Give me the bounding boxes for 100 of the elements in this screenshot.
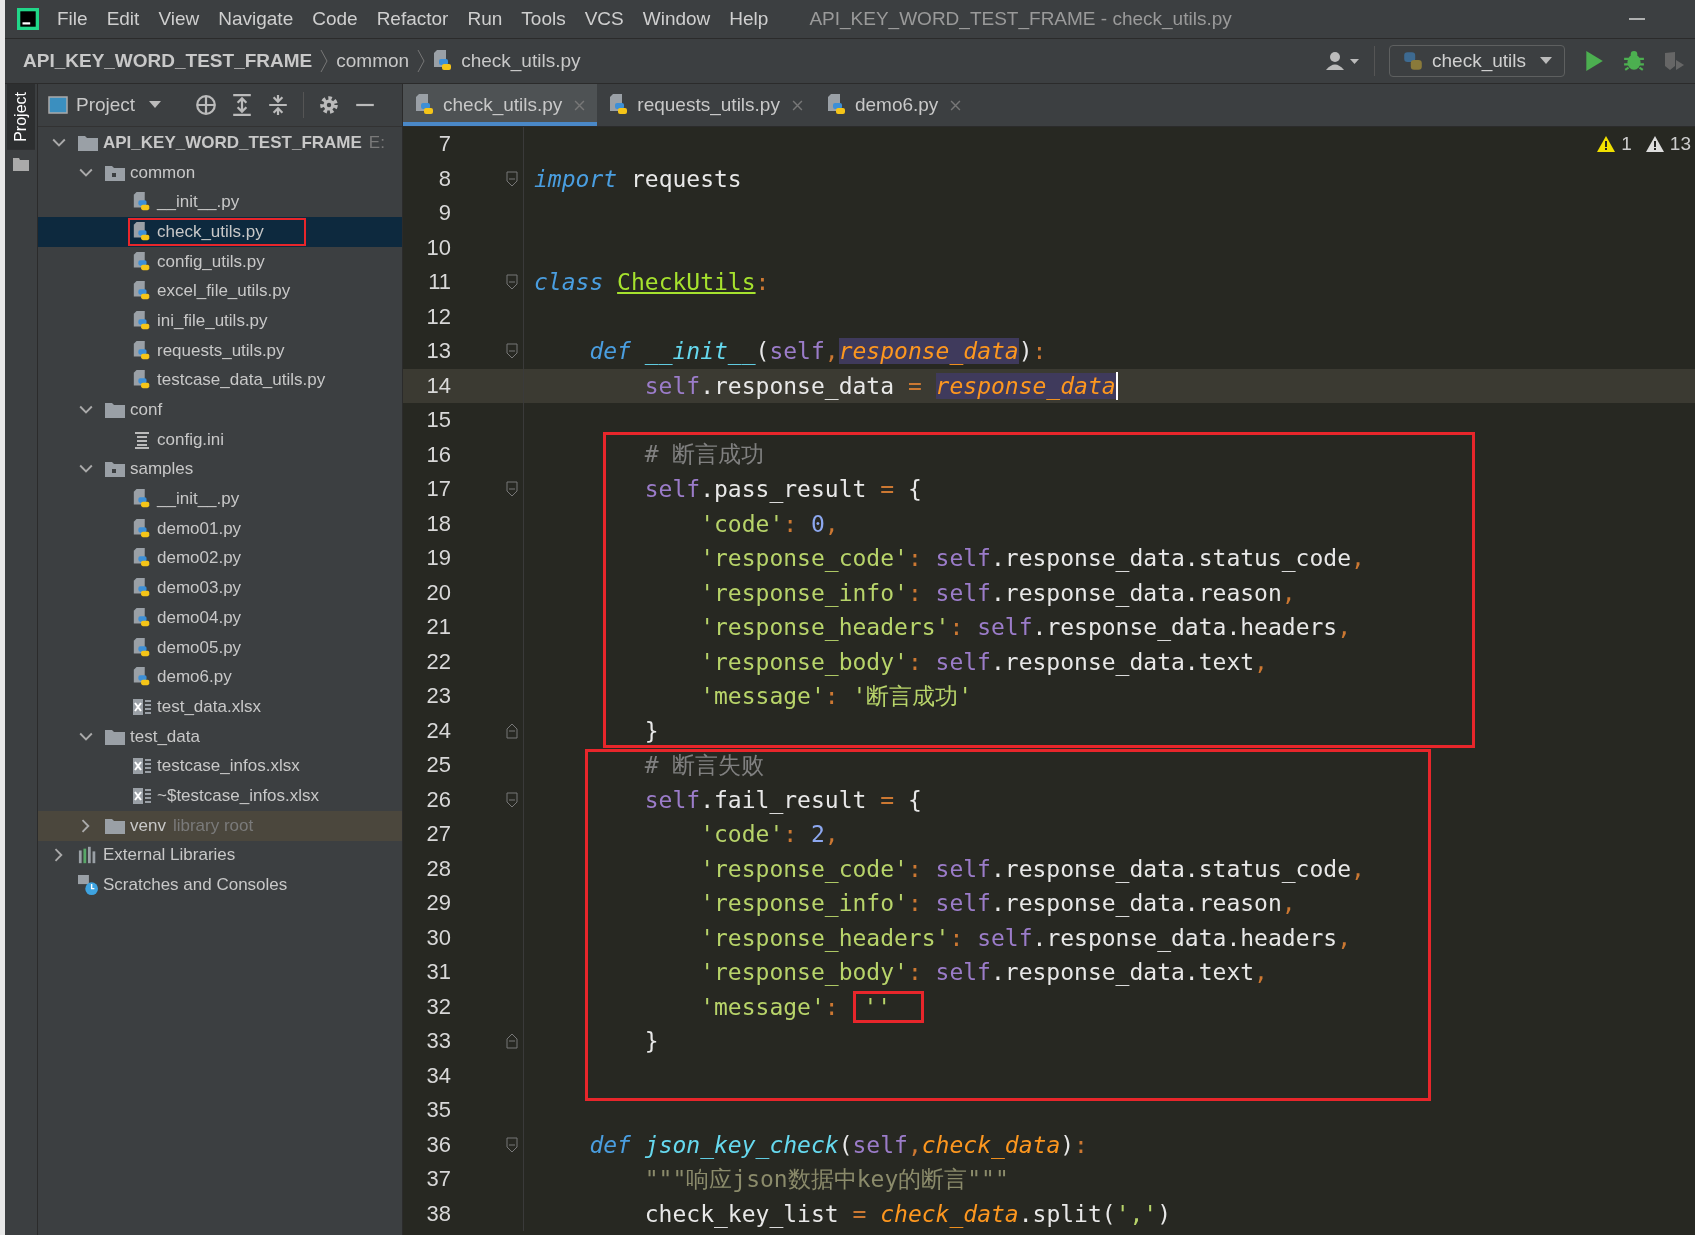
run-config-dropdown[interactable]: check_utils [1389, 45, 1565, 77]
line-number: 13 [425, 338, 451, 365]
tree-item[interactable]: test_data.xlsx [38, 692, 402, 722]
tree-item[interactable]: Scratches and Consoles [38, 870, 402, 900]
fold-marker-icon[interactable] [506, 1136, 518, 1153]
app-logo-icon [17, 8, 39, 30]
line-number: 16 [425, 441, 451, 468]
bug-icon[interactable] [1623, 50, 1645, 72]
code-text: requests [629, 165, 742, 192]
tree-item[interactable]: __init__.py [38, 484, 402, 514]
editor-tab[interactable]: requests_utils.py [597, 84, 815, 126]
project-view-dropdown[interactable]: Project [48, 94, 162, 116]
tree-item[interactable]: config_utils.py [38, 246, 402, 277]
fold-marker-icon[interactable] [506, 722, 518, 739]
breadcrumb[interactable]: check_utils.py [433, 50, 581, 72]
locate-icon[interactable] [195, 94, 218, 116]
tree-item[interactable]: requests_utils.py [38, 335, 402, 366]
line-number: 14 [425, 372, 451, 399]
collapse-all-icon[interactable] [267, 94, 290, 116]
menu-item[interactable]: Code [312, 8, 358, 30]
fold-marker-icon[interactable] [506, 1033, 518, 1050]
fold-marker-icon[interactable] [506, 170, 518, 187]
operator: = [880, 786, 895, 813]
tree-item[interactable]: ini_file_utils.py [38, 306, 402, 336]
tree-item[interactable]: testcase_data_utils.py [38, 365, 402, 396]
operator: : [907, 855, 922, 882]
line-number: 15 [425, 407, 451, 434]
menu-item[interactable]: VCS [584, 8, 624, 30]
parameter: response_data [935, 372, 1116, 399]
menu-item[interactable]: Navigate [218, 8, 294, 30]
tree-item[interactable]: venv library root [38, 810, 402, 841]
user-icon[interactable] [1326, 51, 1360, 71]
tree-item[interactable]: demo03.py [38, 573, 402, 603]
string-literal: 'response_info' [699, 579, 908, 606]
fold-marker-icon[interactable] [506, 274, 518, 291]
tree-item[interactable]: common [38, 157, 402, 188]
tree-item[interactable]: demo05.py [38, 632, 402, 663]
tree-item[interactable]: config.ini [38, 424, 402, 455]
fold-marker-icon[interactable] [506, 791, 518, 808]
tree-item[interactable]: demo04.py [38, 603, 402, 633]
warning-count[interactable]: 1 [1597, 133, 1632, 155]
minimize-icon[interactable] [1629, 17, 1645, 21]
string-literal: 'code' [699, 510, 784, 537]
menu-item[interactable]: Edit [106, 8, 140, 30]
close-icon[interactable] [791, 99, 803, 111]
tree-item[interactable]: ~$testcase_infos.xlsx [38, 781, 402, 811]
tree-item[interactable]: API_KEY_WORD_TEST_FRAME E: [38, 128, 402, 158]
settings-icon[interactable] [318, 94, 341, 116]
warning-count[interactable]: 13 [1645, 133, 1691, 155]
operator: , [1351, 855, 1365, 882]
spreadsheet-icon [132, 696, 152, 717]
code-text: .pass_result [700, 476, 868, 503]
tree-item[interactable]: samples [38, 454, 402, 485]
tree-item[interactable]: testcase_infos.xlsx [38, 751, 402, 782]
menu-item[interactable]: Window [642, 8, 711, 30]
code-text: ( [755, 338, 770, 365]
expand-all-icon[interactable] [231, 94, 254, 116]
menu-item[interactable]: View [158, 8, 200, 30]
self-keyword: self [934, 648, 991, 675]
line-number: 19 [425, 545, 451, 572]
string-literal: 'code' [699, 821, 784, 848]
python-file-icon [132, 667, 152, 688]
tree-item[interactable]: excel_file_utils.py [38, 276, 402, 307]
tree-item[interactable]: test_data [38, 721, 402, 752]
line-number: 11 [427, 269, 451, 296]
line-number: 37 [425, 1166, 451, 1193]
menu-item[interactable]: Tools [521, 8, 566, 30]
line-number: 35 [425, 1097, 451, 1124]
menu-item[interactable]: Run [467, 8, 503, 30]
tree-item[interactable]: demo6.py [38, 662, 402, 693]
breadcrumb[interactable]: common [336, 50, 410, 72]
menu-item[interactable]: Help [729, 8, 769, 30]
editor-tab[interactable]: check_utils.py [403, 84, 598, 126]
tree-item[interactable]: demo02.py [38, 543, 402, 574]
code-text: check_key_list [643, 1200, 840, 1227]
operator: : [824, 993, 840, 1020]
close-icon[interactable] [950, 99, 962, 111]
string-literal: 'response_headers' [699, 614, 950, 641]
editor-tab[interactable]: demo6.py [814, 84, 974, 126]
parameter: check_data [921, 1131, 1061, 1158]
run-icon[interactable] [1583, 50, 1605, 72]
number-literal: 0 [809, 510, 825, 537]
keyword: def [588, 1131, 632, 1158]
line-number: 33 [425, 1028, 451, 1055]
fold-marker-icon[interactable] [506, 481, 518, 498]
menu-item[interactable]: Refactor [376, 8, 449, 30]
python-file-icon [132, 578, 152, 599]
project-tool-tab[interactable]: Project [7, 84, 35, 150]
tree-item[interactable]: External Libraries [38, 840, 402, 871]
python-file-icon [132, 607, 152, 628]
text-cursor [1115, 371, 1118, 400]
menu-item[interactable]: File [57, 8, 88, 30]
breadcrumb[interactable]: API_KEY_WORD_TEST_FRAME [23, 50, 313, 72]
tree-item[interactable]: demo01.py [38, 513, 402, 544]
tree-item[interactable]: __init__.py [38, 187, 402, 218]
fold-marker-icon[interactable] [506, 343, 518, 360]
tree-item[interactable]: conf [38, 395, 402, 425]
tree-item[interactable]: check_utils.py [38, 217, 402, 247]
operator: : [949, 924, 964, 951]
operator: , [1281, 579, 1296, 606]
